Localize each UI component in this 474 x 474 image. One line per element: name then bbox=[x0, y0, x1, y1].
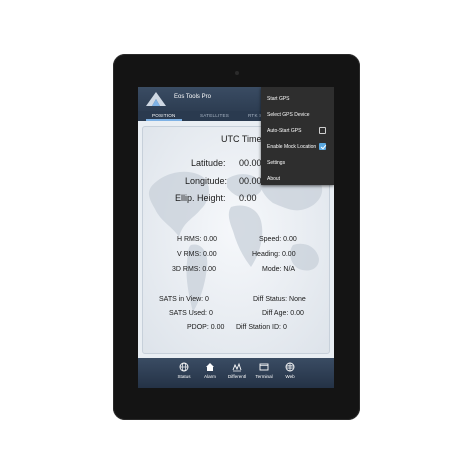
terminal-icon bbox=[259, 363, 269, 371]
ellip-height-label: Ellip. Height: bbox=[175, 193, 226, 203]
web-icon bbox=[285, 362, 295, 372]
tab-satellites[interactable]: SATELLITES bbox=[200, 113, 229, 118]
menu-item-settings[interactable]: Settings bbox=[267, 160, 285, 166]
menu-item-enable-mock-location[interactable]: Enable Mock Location bbox=[267, 144, 316, 150]
alarm-icon bbox=[206, 363, 214, 371]
speed-value: Speed: 0.00 bbox=[259, 236, 297, 243]
enable-mock-location-checkbox[interactable] bbox=[319, 143, 326, 150]
utc-time-label: UTC Time: bbox=[221, 134, 265, 144]
nav-differential-button[interactable]: Differentl bbox=[223, 362, 251, 386]
sats-in-view-value: SATS in View: 0 bbox=[159, 296, 209, 303]
mode-value: Mode: N/A bbox=[262, 266, 296, 273]
menu-item-about[interactable]: About bbox=[267, 176, 280, 182]
sats-used-value: SATS Used: 0 bbox=[169, 310, 213, 317]
bottom-nav-bar: Status Alarm Differentl Terminal Web bbox=[138, 358, 334, 388]
overflow-menu: Start GPS Select GPS Device Auto-Start G… bbox=[261, 87, 334, 185]
menu-item-auto-start-gps[interactable]: Auto-Start GPS bbox=[267, 128, 301, 134]
longitude-label: Longitude: bbox=[185, 176, 228, 186]
pdop-value: PDOP: 0.00 bbox=[187, 324, 225, 331]
nav-terminal-button[interactable]: Terminal bbox=[250, 362, 278, 386]
diff-status-value: Diff Status: None bbox=[253, 296, 306, 303]
nav-differential-label: Differentl bbox=[227, 374, 247, 379]
app-title: Eos Tools Pro bbox=[174, 94, 211, 100]
globe-icon bbox=[179, 362, 189, 372]
menu-item-select-gps-device[interactable]: Select GPS Device bbox=[267, 112, 310, 118]
nav-terminal-label: Terminal bbox=[255, 374, 273, 379]
3d-rms-value: 3D RMS: 0.00 bbox=[172, 266, 216, 273]
menu-item-start-gps[interactable]: Start GPS bbox=[267, 96, 290, 102]
nav-web-label: Web bbox=[285, 374, 295, 379]
heading-value: Heading: 0.00 bbox=[252, 251, 296, 258]
nav-status-button[interactable]: Status bbox=[170, 362, 198, 386]
ellip-height-value: 0.00 bbox=[239, 193, 257, 203]
diff-station-id-value: Diff Station ID: 0 bbox=[236, 324, 287, 331]
camera-icon bbox=[235, 71, 239, 75]
tab-active-indicator bbox=[146, 119, 182, 121]
tab-position[interactable]: POSITION bbox=[152, 113, 176, 118]
nav-status-label: Status bbox=[177, 374, 191, 379]
h-rms-value: H RMS: 0.00 bbox=[177, 236, 218, 243]
nav-web-button[interactable]: Web bbox=[276, 362, 304, 386]
differential-icon bbox=[232, 362, 242, 372]
nav-alarm-label: Alarm bbox=[204, 374, 216, 379]
nav-alarm-button[interactable]: Alarm bbox=[196, 362, 224, 386]
v-rms-value: V RMS: 0.00 bbox=[177, 251, 217, 258]
latitude-label: Latitude: bbox=[191, 158, 226, 168]
eos-logo-icon bbox=[146, 92, 166, 106]
diff-age-value: Diff Age: 0.00 bbox=[262, 310, 304, 317]
app-screen: Eos Tools Pro POSITION SATELLITES RTK ST… bbox=[138, 87, 334, 388]
auto-start-gps-checkbox[interactable] bbox=[319, 127, 326, 134]
